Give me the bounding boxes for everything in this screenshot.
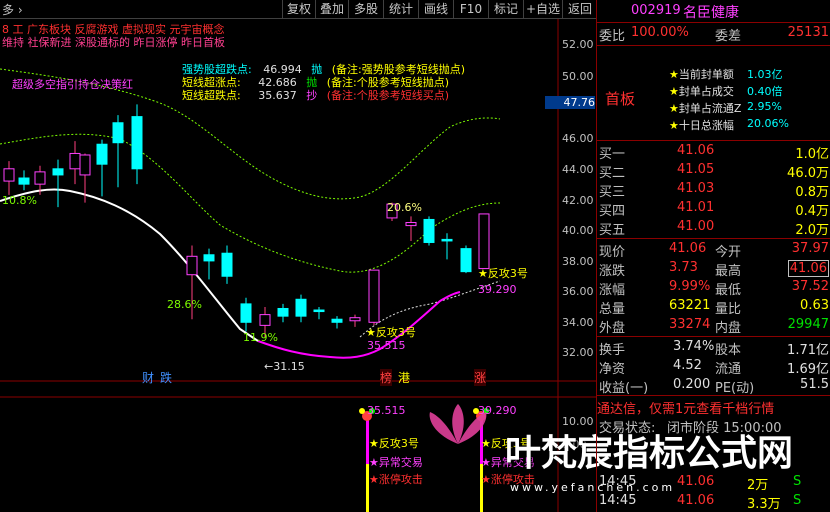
menu-label[interactable]: 多 › [2,1,23,18]
candle [131,116,143,170]
candle [478,213,490,270]
event-label: ★反攻3号 [369,437,419,450]
y-tick: 34.00 [562,316,594,329]
seal-row: ★十日总涨幅 20.06% [669,117,789,132]
signal-label: ★反攻3号 [366,326,416,339]
candle [203,254,215,262]
low-label: ←31.15 [264,360,305,373]
candle [34,171,46,185]
y-tick: 36.00 [562,285,594,298]
candle [368,269,380,323]
indicator-title: 超级多空指引持仓决策红 [12,78,133,91]
stock-name: 名臣健康 [683,5,739,21]
tick-row: 14:45 41.06 2万 S [599,474,802,493]
candle [460,248,472,273]
candle [295,298,307,317]
toolbar-f10-button[interactable]: F10 [453,0,488,18]
candle [349,317,361,322]
stat-row: 涨跌 3.73 最高 41.06 [599,260,829,279]
indicator-legend: 强势股超跌点: 46.994 抛 (备注:强势股参考短线抛点) 短线超涨点: 4… [182,63,466,102]
quote-panel: 002919 名臣健康 委比 100.00% 委差 25131 首板 ★当前封单… [596,0,830,512]
toolbar-duogu-button[interactable]: 多股 [348,0,383,18]
bid-row[interactable]: 买一 41.06 1.0亿 [597,143,830,162]
signal-label: ★反攻3号 [478,267,528,280]
event-label: ★涨停攻击 [369,473,423,486]
candle [52,168,64,176]
ad-banner[interactable]: 通达信，仅需1元查看千档行情 [597,398,830,417]
stat-row: 现价 41.06 今开 37.97 [599,241,829,260]
stat-row: 总量 63221 量比 0.63 [599,298,829,317]
pct-label: 20.6% [387,201,422,214]
y-tick: 52.00 [562,38,594,51]
y-tick: 50.00 [562,70,594,83]
candle [221,252,233,277]
candle [277,307,289,317]
stat-row: 收益(一) 0.200 PE(动) 51.5 [599,377,829,396]
tick-row: 14:45 41.06 3.3万 S [599,493,802,512]
candle [112,122,124,144]
y-tick: 42.00 [562,194,594,207]
chart-toolbar: 多 › 复权 叠加 多股 统计 画线 F10 标记 +自选 返回 [0,0,596,19]
tag-zhang: 涨 [474,369,487,386]
candle [79,154,91,176]
candle [186,255,198,276]
candle [96,143,108,165]
y-tick: 40.00 [562,224,594,237]
stock-header: 002919 名臣健康 [597,1,830,21]
cursor-price: 47.76 [545,96,595,109]
toolbar-fuquan-button[interactable]: 复权 [282,0,315,18]
signal-price: 35.515 [367,339,406,352]
event-price: 35.515 [367,404,406,417]
bid-row[interactable]: 买三 41.03 0.8万 [597,181,830,200]
toolbar-huaxian-button[interactable]: 画线 [418,0,453,18]
stat-row: 外盘 33274 内盘 29947 [599,317,829,336]
tag-bang: 榜 [380,369,393,386]
candle [423,218,435,243]
candle [405,222,417,227]
candle [331,318,343,323]
toolbar-biaoji-button[interactable]: 标记 [488,0,523,18]
tag-die: 跌 [160,371,173,385]
candle [240,303,252,323]
candle [3,168,15,182]
toolbar-diejia-button[interactable]: 叠加 [315,0,348,18]
candle [313,309,325,313]
y-tick: 44.00 [562,163,594,176]
candle [259,314,271,326]
tags-line: 维持 社保新进 深股通标的 昨日涨停 昨日首板 [2,36,225,49]
weibi-row: 委比 100.00% 委差 25131 [599,25,829,44]
bid-row[interactable]: 买二 41.05 46.0万 [597,162,830,181]
support-line-magenta [257,291,461,359]
toolbar-back-button[interactable]: 返回 [562,0,597,18]
stat-row: 净资 4.52 流通 1.69亿 [599,358,829,377]
y-tick: 32.00 [562,346,594,359]
event-price: 39.290 [478,404,517,417]
toolbar-tongji-button[interactable]: 统计 [383,0,418,18]
toolbar-zixuan-button[interactable]: +自选 [523,0,562,18]
pct-label: 10.8% [2,194,37,207]
pct-label: 28.6% [167,298,202,311]
stock-code: 002919 [631,3,681,18]
candle [18,177,30,185]
kline-chart[interactable]: 8 工 广东板块 反腐游戏 虚拟现实 元宇宙概念 维持 社保新进 深股通标的 昨… [0,19,793,512]
stat-row: 涨幅 9.99% 最低 37.52 [599,279,829,298]
y-tick: 38.00 [562,255,594,268]
candle [69,152,81,170]
candle [441,238,453,242]
tag-gang: 港 [398,371,411,385]
bid-row[interactable]: 买五 41.00 2.0万 [597,219,830,238]
event-label: ★异常交易 [369,456,423,469]
y-tick: 46.00 [562,132,594,145]
tag-cai: 财 [142,371,155,385]
pct-label: 11.9% [243,331,278,344]
stat-row: 换手 3.74% 股本 1.71亿 [599,339,829,358]
signal-price: 39.290 [478,283,517,296]
bid-row[interactable]: 买四 41.01 0.4万 [597,200,830,219]
trade-status: 交易状态: 闭市阶段 15:00:00 [599,421,782,436]
support-line-white [0,188,259,342]
